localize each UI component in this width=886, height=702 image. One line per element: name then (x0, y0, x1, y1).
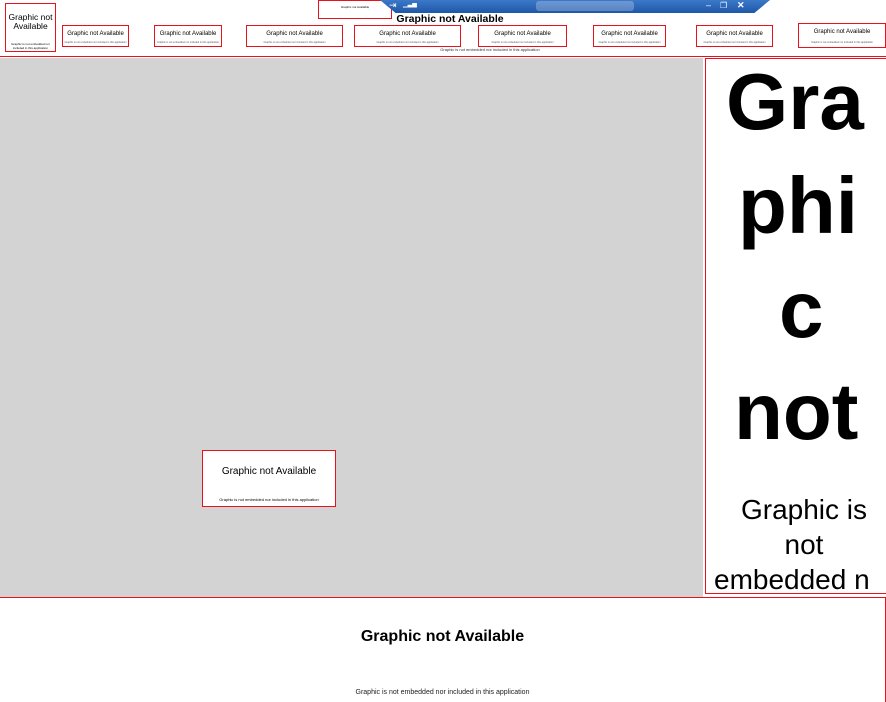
minimize-icon[interactable]: – (706, 0, 711, 12)
header-subtitle: Graphic is not embedded nor included in … (440, 47, 540, 52)
placeholder-subtitle-line: embedded n (714, 564, 870, 594)
restore-icon[interactable]: ❐ (720, 0, 727, 12)
toolbar-button-3-placeholder[interactable]: Graphic not Available Graphic is not emb… (246, 25, 343, 47)
toolbar-button-5-placeholder[interactable]: Graphic not Available Graphic is not emb… (478, 25, 567, 47)
placeholder-title-line: c (779, 265, 824, 354)
placeholder-subtitle: Graphic is not embedded nor included in … (156, 41, 220, 44)
placeholder-subtitle: Graphic is not embedded nor included in … (11, 42, 50, 50)
placeholder-subtitle: Graphic is not embedded nor included in … (703, 41, 766, 44)
placeholder-title-line: Gra (726, 58, 864, 146)
placeholder-subtitle-line: Graphic is (740, 494, 868, 525)
pin-icon[interactable]: ⇥ (389, 0, 397, 12)
close-icon[interactable]: ✕ (737, 0, 745, 12)
placeholder-title: Graphic not Available (67, 31, 124, 37)
side-panel-placeholder[interactable]: Gra phi c not Graphic is not embedded n (705, 58, 886, 594)
toolbar-button-2-placeholder[interactable]: Graphic not Available Graphic is not emb… (154, 25, 222, 47)
placeholder-title: Graphic not Available (340, 5, 370, 9)
placeholder-subtitle-line: not (784, 529, 824, 560)
bottom-panel-placeholder[interactable]: Graphic not Available Graphic is not emb… (0, 597, 886, 702)
titlebar-placeholder: Graphic not Available (318, 0, 392, 19)
placeholder-subtitle: Graphic is not embedded nor included in … (810, 41, 874, 44)
placeholder-subtitle: Graphic is not embedded nor included in … (64, 41, 127, 44)
placeholder-title: Graphic not Available (221, 466, 317, 477)
placeholder-subtitle: Graphic is not embedded nor included in … (376, 41, 439, 44)
placeholder-title: Graphic not Available (494, 31, 551, 37)
toolbar-button-7-placeholder[interactable]: Graphic not Available Graphic is not emb… (696, 25, 773, 47)
placeholder-subtitle: Graphic is not embedded nor included in … (219, 497, 319, 502)
placeholder-title: Graphic not Available (706, 31, 763, 37)
titlebar-grip[interactable] (536, 1, 634, 11)
placeholder-title: Graphic not Available (813, 29, 871, 35)
main-canvas[interactable] (0, 58, 703, 597)
placeholder-title: Graphic not Available (601, 31, 658, 37)
placeholder-title-line: not (734, 367, 859, 456)
placeholder-title: Graphic not Available (159, 31, 217, 37)
placeholder-subtitle: Graphic is not embedded nor included in … (598, 41, 661, 44)
toolbar-button-6-placeholder[interactable]: Graphic not Available Graphic is not emb… (593, 25, 666, 47)
placeholder-subtitle: Graphic is not embedded nor included in … (491, 41, 554, 44)
toolbar-button-8-placeholder[interactable]: Graphic not Available Graphic is not emb… (798, 23, 886, 48)
toolbar-logo-placeholder[interactable]: Graphic not Available Graphic is not emb… (5, 3, 56, 52)
placeholder-title: Graphic not Available (379, 31, 436, 37)
signal-icon: ▁▃▅ (403, 2, 417, 8)
placeholder-title: Graphic not Available (266, 31, 323, 37)
placeholder-title: Graphic not Available (360, 628, 525, 645)
divider (0, 56, 886, 57)
placeholder-title-line: phi (738, 161, 858, 250)
placeholder-subtitle: Graphic is not embedded nor included in … (355, 689, 530, 696)
toolbar-button-1-placeholder[interactable]: Graphic not Available Graphic is not emb… (62, 25, 129, 47)
placeholder-title: Available (13, 21, 48, 31)
canvas-graphic-placeholder[interactable]: Graphic not Available Graphic is not emb… (202, 450, 336, 507)
placeholder-subtitle: Graphic is not embedded nor included in … (263, 41, 326, 44)
toolbar-button-4-placeholder[interactable]: Graphic not Available Graphic is not emb… (354, 25, 461, 47)
